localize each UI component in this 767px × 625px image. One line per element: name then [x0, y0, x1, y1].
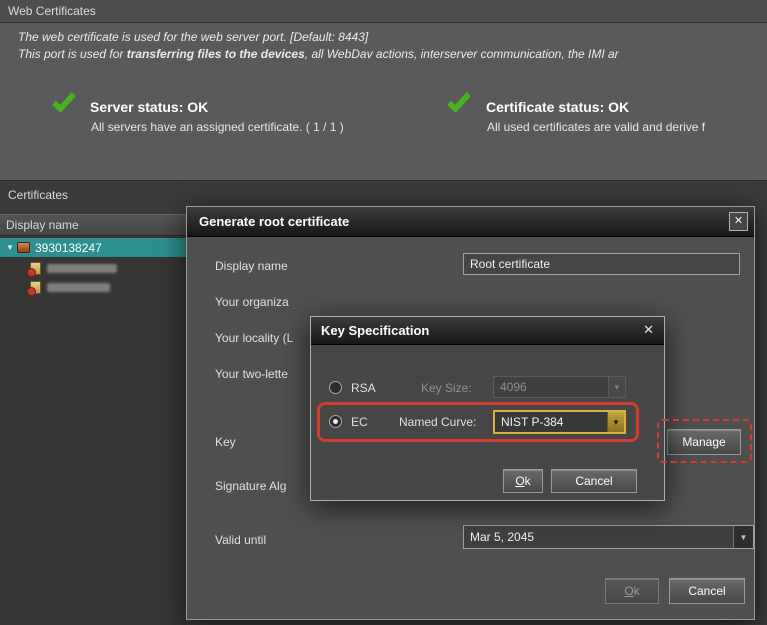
display-name-input[interactable]: Root certificate: [463, 253, 740, 275]
rsa-radio[interactable]: [329, 381, 342, 394]
close-icon[interactable]: ✕: [729, 212, 748, 231]
expander-icon[interactable]: ▼: [3, 243, 17, 252]
key-dialog-cancel-label: Cancel: [575, 474, 612, 488]
server-status-title: Server status: OK: [90, 99, 208, 115]
key-size-value: 4096: [494, 377, 608, 397]
redacted-certificate-name: [47, 283, 110, 292]
display-name-label: Display name: [215, 259, 288, 273]
ec-row-annotation-box: [317, 402, 639, 442]
manage-annotation-box: [657, 419, 752, 463]
key-dialog-titlebar[interactable]: Key Specification ✕: [311, 317, 664, 345]
country-label: Your two-lette: [215, 367, 288, 381]
generate-dialog-title: Generate root certificate: [199, 214, 349, 229]
key-dialog-cancel-button[interactable]: Cancel: [551, 469, 637, 493]
valid-until-select[interactable]: Mar 5, 2045 ▼: [463, 525, 754, 549]
cancel-button[interactable]: Cancel: [669, 578, 745, 604]
certificate-status-check-icon: [447, 88, 471, 113]
info-status-band: The web certificate is used for the web …: [0, 23, 767, 181]
signature-algorithm-label: Signature Alg: [215, 479, 286, 493]
organization-label: Your organiza: [215, 295, 289, 309]
server-certificate-icon: [17, 242, 30, 253]
valid-until-value: Mar 5, 2045: [464, 526, 733, 548]
certificates-tree: ▼ 3930138247: [0, 237, 187, 625]
redacted-certificate-name: [47, 264, 117, 273]
tree-item-root-label: 3930138247: [35, 241, 102, 255]
certificate-status-subtitle: All used certificates are valid and deri…: [487, 120, 766, 134]
certificate-status-title: Certificate status: OK: [486, 99, 629, 115]
info-line-2: This port is used for transferring files…: [18, 47, 619, 61]
cancel-button-label: Cancel: [688, 584, 725, 598]
info-line-2-post: , all WebDav actions, interserver commun…: [305, 47, 619, 61]
key-dialog-ok-label: Ok: [515, 474, 530, 488]
server-status-check-icon: [52, 88, 76, 113]
tree-item-root[interactable]: ▼ 3930138247: [0, 238, 187, 257]
info-line-1: The web certificate is used for the web …: [18, 30, 368, 44]
certificate-icon: [30, 281, 41, 294]
certificates-panel-title: Certificates: [8, 188, 68, 202]
valid-until-label: Valid until: [215, 533, 266, 547]
certificate-icon: [30, 262, 41, 275]
info-line-2-bold: transferring files to the devices: [127, 47, 305, 61]
page-header-bar: Web Certificates: [0, 0, 767, 23]
info-line-2-pre: This port is used for: [18, 47, 127, 61]
close-icon[interactable]: ✕: [643, 317, 654, 343]
ok-button[interactable]: Ok: [605, 578, 659, 604]
server-status-subtitle: All servers have an assigned certificate…: [91, 120, 344, 134]
rsa-label: RSA: [351, 381, 376, 395]
key-size-select: 4096 ▼: [493, 376, 626, 398]
column-header-label: Display name: [6, 218, 79, 232]
web-certificates-screen: Web Certificates The web certificate is …: [0, 0, 767, 625]
locality-label: Your locality (L: [215, 331, 293, 345]
key-size-label: Key Size:: [421, 381, 472, 395]
tree-item-child[interactable]: [0, 278, 187, 297]
key-label: Key: [215, 435, 236, 449]
key-dialog-title: Key Specification: [321, 323, 429, 338]
tree-item-child[interactable]: [0, 259, 187, 278]
dropdown-arrow-icon[interactable]: ▼: [733, 526, 753, 548]
dropdown-arrow-icon: ▼: [608, 377, 625, 397]
page-title: Web Certificates: [8, 4, 96, 18]
display-name-column-header[interactable]: Display name: [0, 214, 187, 236]
key-dialog-ok-button[interactable]: Ok: [503, 469, 543, 493]
ok-button-label: Ok: [624, 584, 639, 598]
generate-dialog-titlebar[interactable]: Generate root certificate ✕: [187, 207, 754, 237]
